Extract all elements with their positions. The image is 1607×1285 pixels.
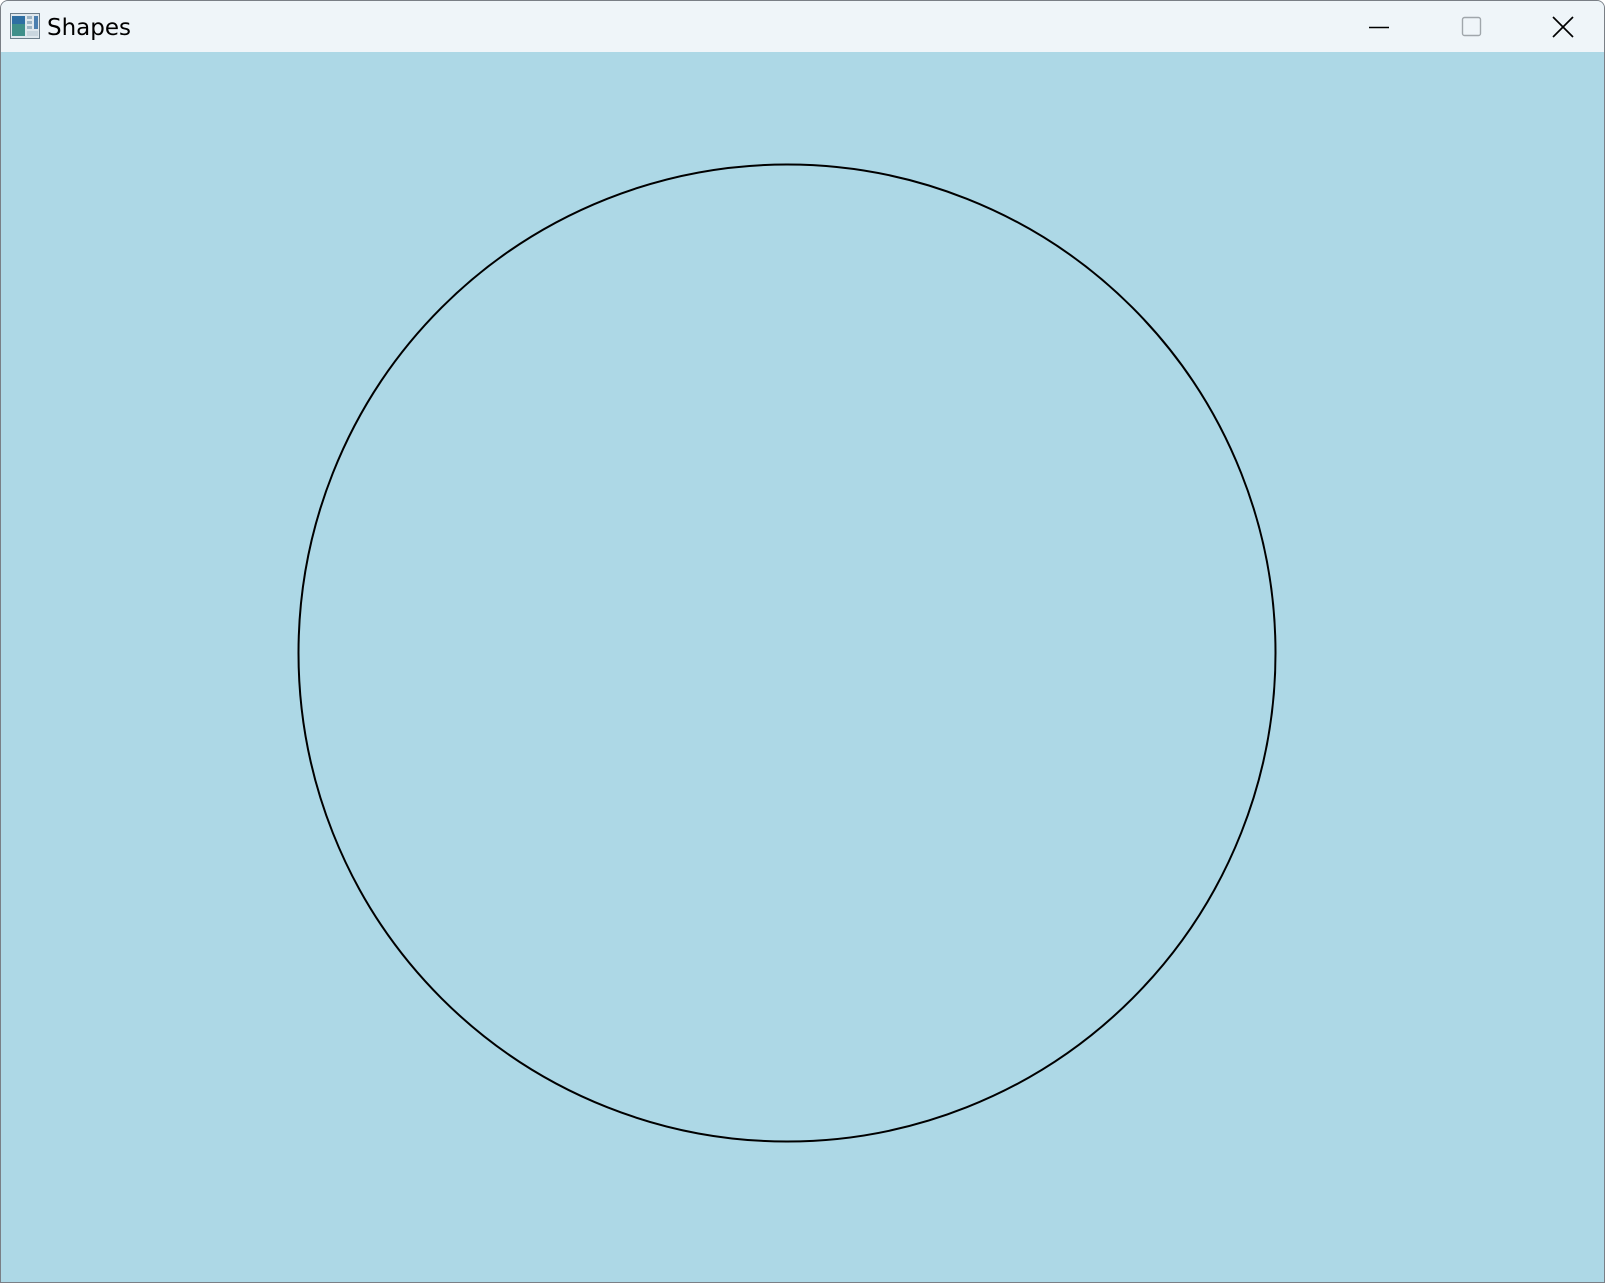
close-icon (1550, 14, 1576, 40)
drawing-canvas[interactable] (1, 52, 1604, 1282)
circle-shape (297, 163, 1277, 1143)
close-button[interactable] (1517, 1, 1604, 52)
minimize-icon (1367, 15, 1391, 39)
maximize-icon (1459, 15, 1483, 39)
minimize-button[interactable] (1333, 1, 1425, 52)
maximize-button[interactable] (1425, 1, 1517, 52)
app-window-icon (10, 13, 40, 39)
title-bar[interactable]: Shapes (1, 1, 1604, 52)
app-window: Shapes (0, 0, 1605, 1283)
shapes-surface (297, 163, 1277, 1143)
window-title: Shapes (47, 15, 132, 41)
